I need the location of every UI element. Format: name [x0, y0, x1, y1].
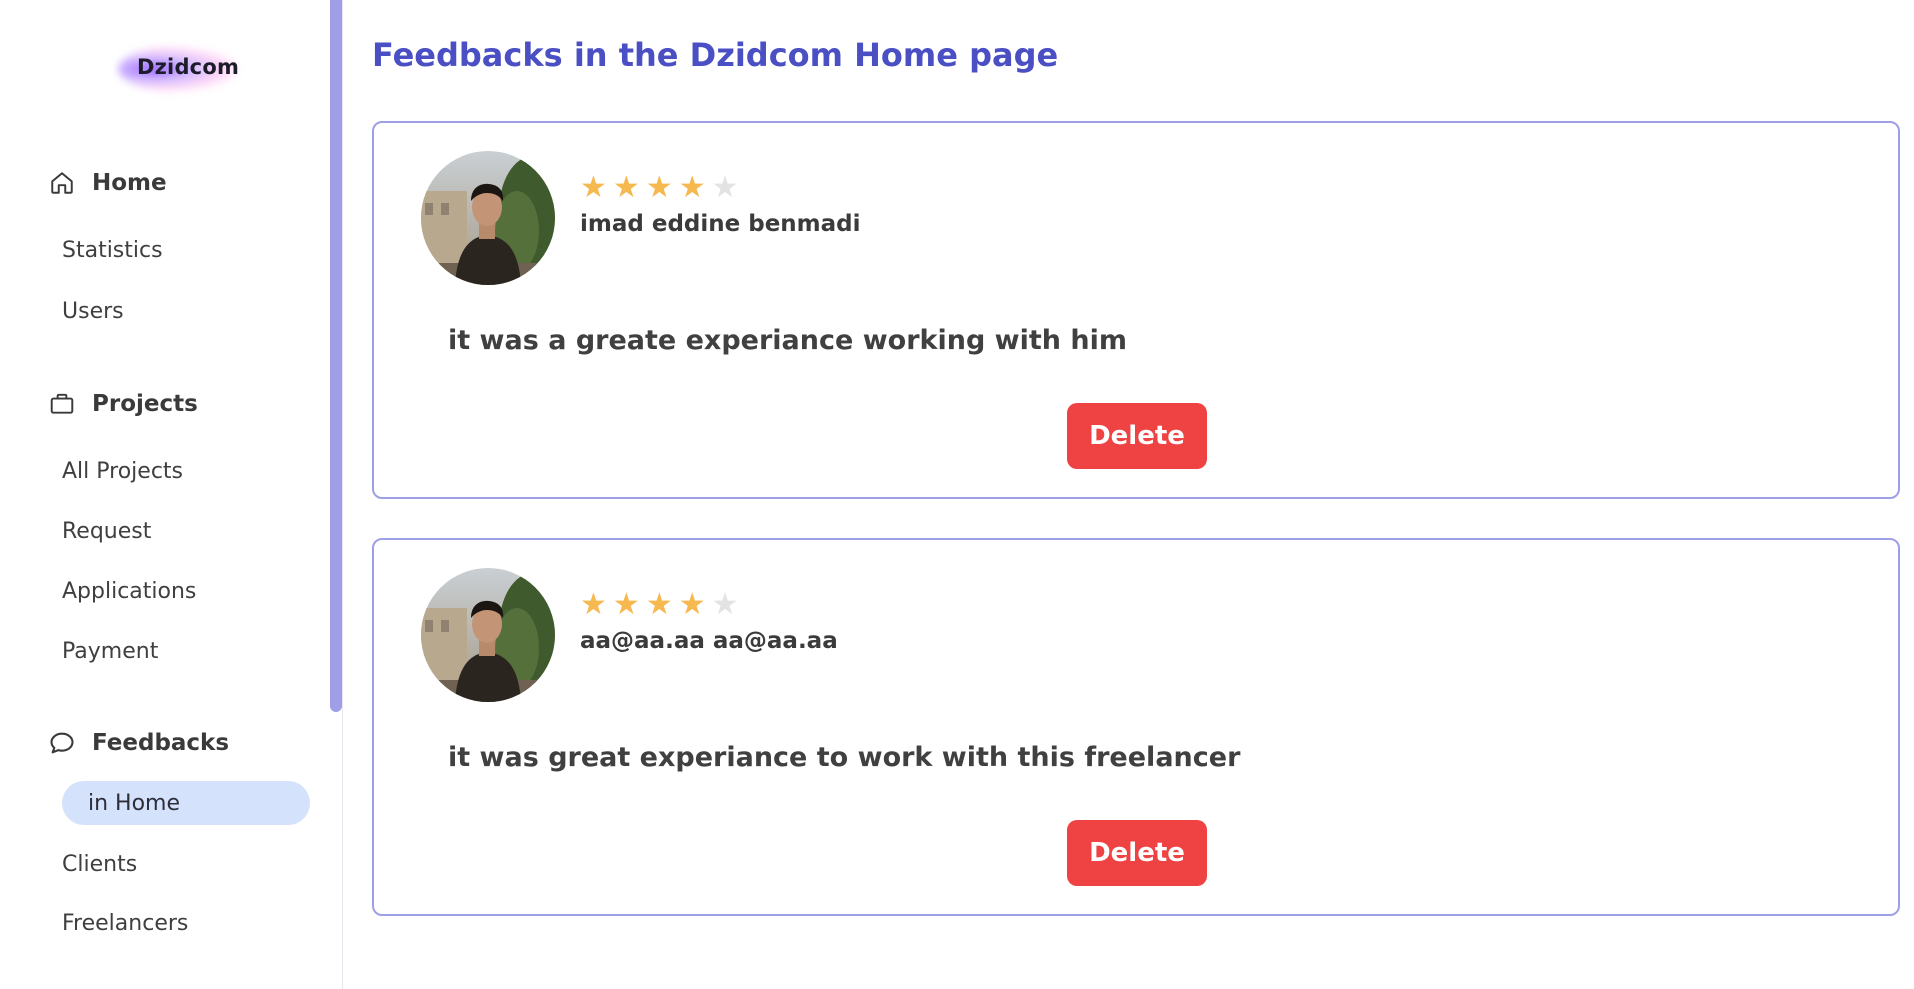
feedback-card: ★ ★ ★ ★ ★ aa@aa.aa aa@aa.aa it was great…: [372, 538, 1900, 916]
sidebar-item-in-home[interactable]: in Home: [62, 781, 310, 825]
star-filled-icon: ★: [612, 170, 640, 205]
logo[interactable]: Dzidcom: [110, 40, 250, 96]
nav-section-label: Projects: [92, 391, 198, 417]
feedback-comment: it was great experiance to work with thi…: [448, 742, 1241, 773]
sidebar-item-statistics[interactable]: Statistics: [62, 228, 163, 272]
star-filled-icon: ★: [645, 170, 673, 205]
nav-section-projects[interactable]: Projects: [48, 389, 198, 419]
star-empty-icon: ★: [711, 170, 739, 205]
rating-stars: ★ ★ ★ ★ ★: [580, 173, 739, 203]
star-filled-icon: ★: [580, 170, 607, 205]
sidebar: Dzidcom Home Statistics Users Projects A…: [0, 0, 343, 989]
nav-section-feedbacks[interactable]: Feedbacks: [48, 728, 229, 758]
sidebar-item-freelancers[interactable]: Freelancers: [62, 901, 188, 945]
avatar: [421, 151, 555, 285]
nav-section-label: Home: [92, 170, 167, 196]
star-filled-icon: ★: [678, 170, 706, 205]
star-empty-icon: ★: [711, 587, 739, 622]
delete-button[interactable]: Delete: [1067, 403, 1207, 469]
rating-stars: ★ ★ ★ ★ ★: [580, 590, 739, 620]
star-filled-icon: ★: [678, 587, 706, 622]
page-title: Feedbacks in the Dzidcom Home page: [372, 36, 1059, 74]
sidebar-item-all-projects[interactable]: All Projects: [62, 449, 183, 493]
star-filled-icon: ★: [580, 587, 607, 622]
chat-bubble-icon: [48, 729, 76, 757]
home-icon: [48, 169, 76, 197]
logo-text: Dzidcom: [137, 55, 240, 79]
avatar: [421, 568, 555, 702]
sidebar-item-clients[interactable]: Clients: [62, 842, 137, 886]
reviewer-name: imad eddine benmadi: [580, 211, 861, 237]
delete-button[interactable]: Delete: [1067, 820, 1207, 886]
feedback-comment: it was a greate experiance working with …: [448, 325, 1128, 356]
feedback-card: ★ ★ ★ ★ ★ imad eddine benmadi it was a g…: [372, 121, 1900, 499]
sidebar-scrollbar-thumb[interactable]: [330, 0, 342, 712]
sidebar-item-users[interactable]: Users: [62, 289, 124, 333]
star-filled-icon: ★: [612, 587, 640, 622]
sidebar-item-applications[interactable]: Applications: [62, 569, 196, 613]
star-filled-icon: ★: [645, 587, 673, 622]
sidebar-item-payment[interactable]: Payment: [62, 629, 158, 673]
nav-section-label: Feedbacks: [92, 730, 230, 756]
reviewer-name: aa@aa.aa aa@aa.aa: [580, 628, 838, 654]
briefcase-icon: [48, 390, 76, 418]
sidebar-item-request[interactable]: Request: [62, 509, 151, 553]
nav-section-home[interactable]: Home: [48, 168, 167, 198]
